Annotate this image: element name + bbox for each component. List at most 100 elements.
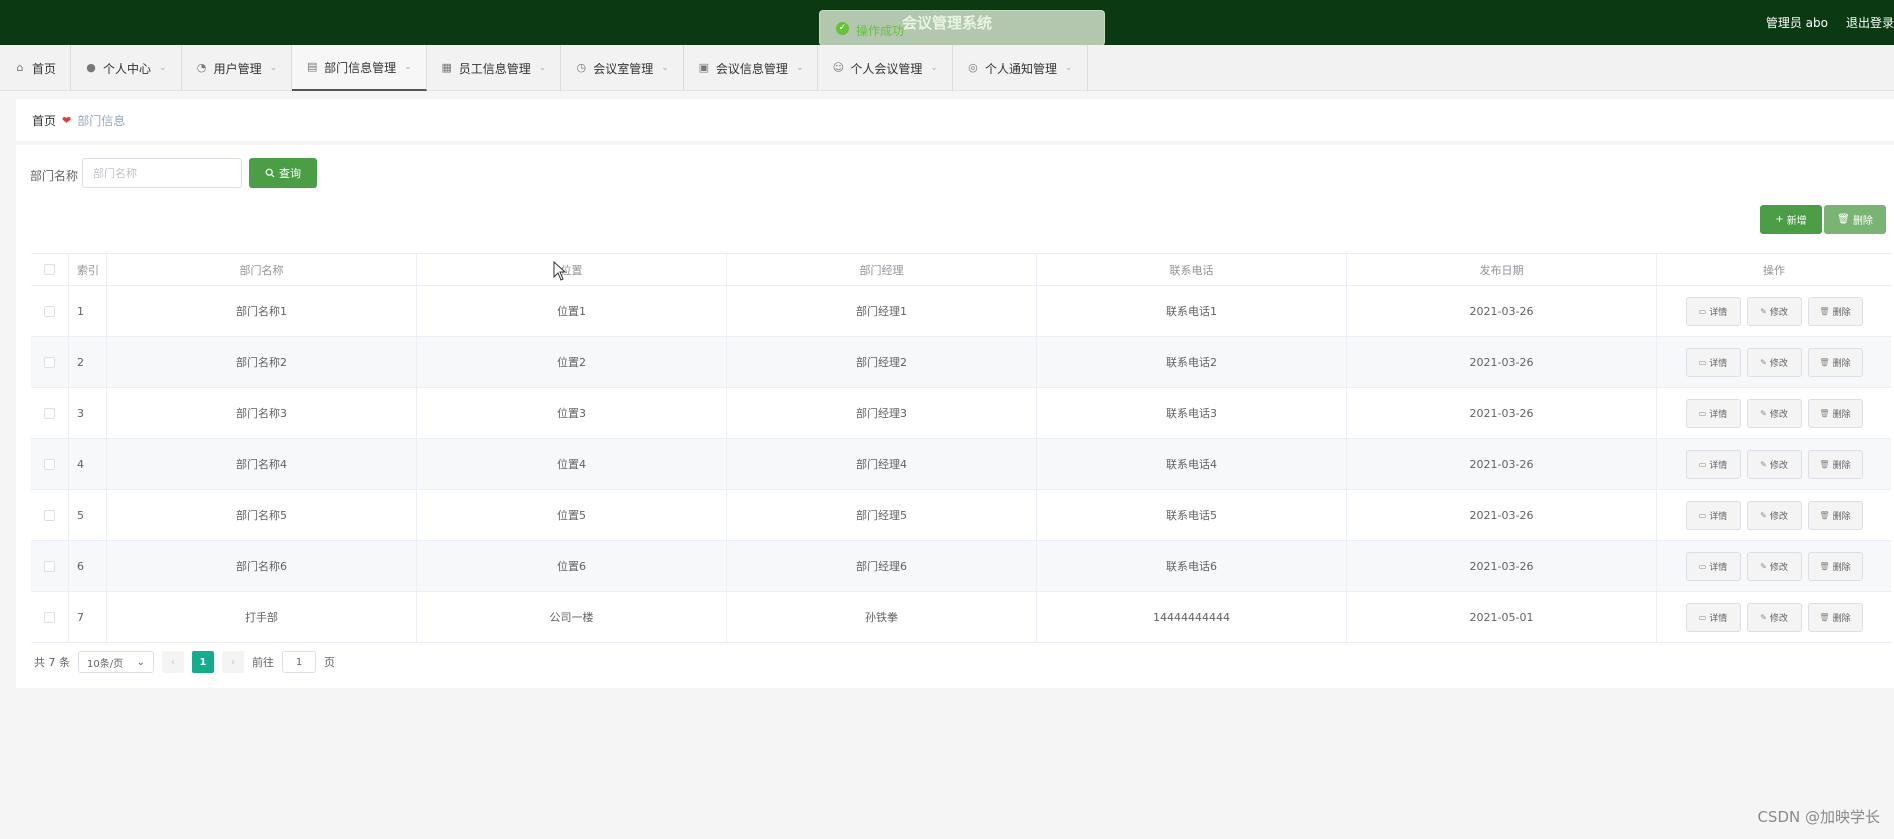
- cell-location: 位置5: [417, 490, 727, 540]
- select-all-checkbox[interactable]: [44, 264, 55, 275]
- edit-button[interactable]: ✎ 修改: [1746, 500, 1802, 530]
- prev-page-button[interactable]: ‹: [162, 651, 184, 673]
- cell-manager: 部门经理2: [727, 337, 1037, 387]
- nav-item-0[interactable]: ⌂ 首页: [0, 45, 72, 91]
- row-select[interactable]: [31, 541, 69, 591]
- detail-button[interactable]: ▭ 详情: [1685, 398, 1741, 428]
- delete-label: 删除: [1832, 358, 1851, 369]
- delete-button[interactable]: 🗑 删除: [1807, 398, 1863, 428]
- edit-button[interactable]: ✎ 修改: [1746, 347, 1802, 377]
- cell-index: 7: [69, 592, 107, 642]
- add-button[interactable]: + 新增: [1760, 205, 1822, 234]
- nav-item-3[interactable]: ▤ 部门信息管理 ⌄: [292, 45, 427, 91]
- edit-button[interactable]: ✎ 修改: [1746, 449, 1802, 479]
- nav-item-label: 个人会议管理: [850, 61, 923, 76]
- nav-item-2[interactable]: ◔ 用户管理 ⌄: [182, 45, 293, 91]
- cell-phone: 联系电话3: [1037, 388, 1347, 438]
- nav-item-5[interactable]: ◷ 会议室管理 ⌄: [561, 45, 684, 91]
- nav-item-label: 个人中心: [103, 61, 152, 76]
- header-select-all[interactable]: [31, 254, 69, 285]
- page-size-value: 10条/页: [87, 658, 124, 670]
- detail-button[interactable]: ▭ 详情: [1685, 449, 1741, 479]
- nav-item-6[interactable]: ▣ 会议信息管理 ⌄: [684, 45, 819, 91]
- row-select[interactable]: [31, 388, 69, 438]
- row-checkbox[interactable]: [44, 458, 55, 470]
- nav-item-7[interactable]: ☺ 个人会议管理 ⌄: [818, 45, 953, 91]
- cell-location: 位置4: [417, 439, 727, 489]
- nav-item-1[interactable]: ● 个人中心 ⌄: [71, 45, 182, 91]
- logout-link[interactable]: 退出登录: [1846, 14, 1894, 31]
- batch-delete-button[interactable]: 🗑 删除: [1824, 205, 1886, 234]
- row-checkbox[interactable]: [44, 560, 55, 572]
- chevron-down-icon: ⌄: [661, 63, 669, 73]
- table-row: 3 部门名称3 位置3 部门经理3 联系电话3 2021-03-26 ▭ 详情 ✎ 修改 🗑 删除: [31, 388, 1891, 439]
- delete-button[interactable]: 🗑 删除: [1807, 449, 1863, 479]
- cell-phone: 联系电话6: [1037, 541, 1347, 591]
- delete-button[interactable]: 🗑 删除: [1807, 500, 1863, 530]
- chevron-down-icon: ⌄: [136, 656, 145, 668]
- cell-name: 部门名称6: [107, 541, 417, 591]
- page-size-select[interactable]: 10条/页 ⌄: [78, 651, 154, 673]
- detail-button[interactable]: ▭ 详情: [1685, 500, 1741, 530]
- row-select[interactable]: [31, 490, 69, 540]
- edit-label: 修改: [1769, 460, 1788, 471]
- edit-button[interactable]: ✎ 修改: [1746, 602, 1802, 632]
- cell-date: 2021-03-26: [1347, 541, 1657, 591]
- delete-label: 删除: [1832, 511, 1851, 522]
- cell-name: 部门名称5: [107, 490, 417, 540]
- edit-icon: ✎: [1760, 459, 1767, 469]
- cell-phone: 联系电话2: [1037, 337, 1347, 387]
- row-select[interactable]: [31, 592, 69, 642]
- detail-button[interactable]: ▭ 详情: [1685, 296, 1741, 326]
- row-checkbox[interactable]: [44, 305, 55, 317]
- trash-icon: 🗑: [1819, 510, 1830, 520]
- table-row: 7 打手部 公司一楼 孙铁拳 14444444444 2021-05-01 ▭ 详情 ✎ 修改 🗑 删…: [31, 592, 1891, 643]
- delete-button[interactable]: 🗑 删除: [1807, 296, 1863, 326]
- check-circle-icon: ✓: [836, 22, 849, 35]
- edit-button[interactable]: ✎ 修改: [1746, 296, 1802, 326]
- cell-date: 2021-03-26: [1347, 286, 1657, 336]
- edit-icon: ✎: [1760, 561, 1767, 571]
- row-select[interactable]: [31, 286, 69, 336]
- breadcrumb-home[interactable]: 首页: [32, 112, 56, 129]
- heart-icon: ❤: [62, 113, 72, 127]
- user-name[interactable]: 管理员 abo: [1766, 14, 1828, 31]
- next-page-button[interactable]: ›: [222, 651, 244, 673]
- header-date: 发布日期: [1347, 254, 1657, 285]
- document-icon: ▭: [1698, 357, 1707, 367]
- row-select[interactable]: [31, 439, 69, 489]
- document-icon: ▭: [1698, 408, 1707, 418]
- department-name-input[interactable]: [82, 158, 242, 188]
- document-icon: ▭: [1698, 612, 1707, 622]
- cell-actions: ▭ 详情 ✎ 修改 🗑 删除: [1657, 490, 1891, 540]
- cell-manager: 部门经理1: [727, 286, 1037, 336]
- edit-button[interactable]: ✎ 修改: [1746, 398, 1802, 428]
- row-checkbox[interactable]: [44, 509, 55, 521]
- edit-label: 修改: [1769, 562, 1788, 573]
- row-checkbox[interactable]: [44, 407, 55, 419]
- delete-button[interactable]: 🗑 删除: [1807, 602, 1863, 632]
- search-button[interactable]: 查询: [249, 158, 317, 188]
- delete-button[interactable]: 🗑 删除: [1807, 347, 1863, 377]
- delete-button[interactable]: 🗑 删除: [1807, 551, 1863, 581]
- edit-button[interactable]: ✎ 修改: [1746, 551, 1802, 581]
- page-number-current[interactable]: 1: [192, 651, 214, 673]
- detail-label: 详情: [1709, 562, 1728, 573]
- home-icon: ⌂: [16, 61, 24, 74]
- detail-button[interactable]: ▭ 详情: [1685, 602, 1741, 632]
- nav-item-8[interactable]: ◎ 个人通知管理 ⌄: [953, 45, 1088, 91]
- row-select[interactable]: [31, 337, 69, 387]
- cell-phone: 联系电话5: [1037, 490, 1347, 540]
- row-checkbox[interactable]: [44, 356, 55, 368]
- header-name: 部门名称: [107, 254, 417, 285]
- cell-manager: 部门经理6: [727, 541, 1037, 591]
- search-label: 部门名称: [30, 169, 79, 183]
- goto-page-input[interactable]: [282, 651, 316, 673]
- detail-button[interactable]: ▭ 详情: [1685, 347, 1741, 377]
- row-checkbox[interactable]: [44, 611, 55, 623]
- nav-item-4[interactable]: ▦ 员工信息管理 ⌄: [427, 45, 562, 91]
- breadcrumb: 首页 ❤ 部门信息: [16, 99, 1894, 141]
- detail-button[interactable]: ▭ 详情: [1685, 551, 1741, 581]
- edit-icon: ✎: [1760, 357, 1767, 367]
- trash-icon: 🗑: [1819, 612, 1830, 622]
